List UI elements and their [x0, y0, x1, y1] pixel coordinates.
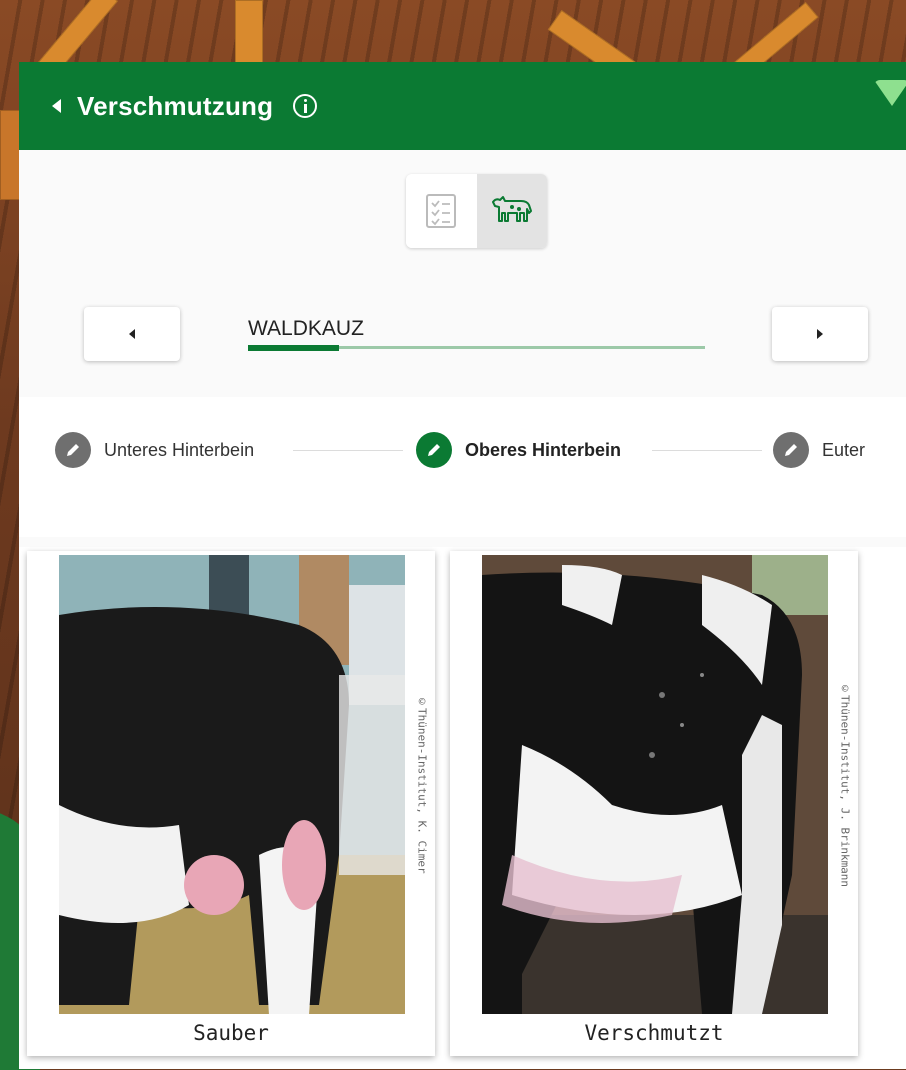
list-view-button[interactable] [406, 174, 477, 248]
step-label: Unteres Hinterbein [104, 439, 255, 460]
clean-cow-photo [59, 555, 405, 1014]
roof-beam [235, 0, 263, 70]
pencil-icon [785, 444, 797, 456]
step-icon [773, 432, 809, 468]
reference-cards: ©Thünen-Institut, K. Cimer Sauber ©Thüne… [19, 547, 906, 1069]
caret-left-icon [129, 329, 135, 339]
header-bar: Verschmutzung [19, 62, 906, 150]
step-euter[interactable]: Euter [773, 432, 865, 468]
checklist-icon [426, 194, 457, 228]
stepper: Unteres Hinterbein Oberes Hinterbein Eut… [19, 432, 906, 468]
dirty-cow-photo [482, 555, 828, 1014]
info-icon[interactable] [293, 94, 318, 118]
step-icon [416, 432, 452, 468]
step-unteres-hinterbein[interactable]: Unteres Hinterbein [55, 432, 254, 468]
view-toggle [406, 174, 547, 248]
step-label: Euter [822, 439, 866, 460]
next-animal-button[interactable] [772, 307, 868, 361]
cow-view-button[interactable] [476, 174, 547, 248]
photo-credit: ©Thünen-Institut, J. Brinkmann [838, 681, 852, 888]
pencil-icon [428, 444, 440, 456]
stepper-area: Unteres Hinterbein Oberes Hinterbein Eut… [19, 397, 906, 537]
card-caption: Sauber [193, 1021, 269, 1045]
cow-icon [491, 196, 532, 222]
dialog-panel: Verschmutzung WALDKAUZ Unteres Hinterbei… [19, 62, 906, 1069]
page-title: Verschmutzung [77, 90, 274, 121]
roof-beam [0, 110, 20, 200]
step-oberes-hinterbein[interactable]: Oberes Hinterbein [416, 432, 621, 468]
step-connector [293, 450, 403, 451]
step-label: Oberes Hinterbein [465, 439, 622, 460]
previous-animal-button[interactable] [84, 307, 180, 361]
wifi-icon [874, 80, 906, 106]
card-sauber[interactable]: ©Thünen-Institut, K. Cimer Sauber [27, 551, 435, 1056]
animal-progress-fill [248, 344, 340, 351]
caret-right-icon [817, 329, 823, 339]
photo-credit: ©Thünen-Institut, K. Cimer [415, 695, 429, 874]
back-icon[interactable] [52, 99, 61, 113]
animal-name: WALDKAUZ [248, 317, 364, 340]
animal-navigator: WALDKAUZ [19, 302, 906, 366]
card-caption: Verschmutzt [584, 1021, 724, 1045]
animal-progress-bar [248, 344, 705, 351]
step-icon [55, 432, 91, 468]
step-connector [652, 450, 762, 451]
pencil-icon [67, 444, 79, 456]
card-verschmutzt[interactable]: ©Thünen-Institut, J. Brinkmann Verschmut… [450, 551, 858, 1056]
